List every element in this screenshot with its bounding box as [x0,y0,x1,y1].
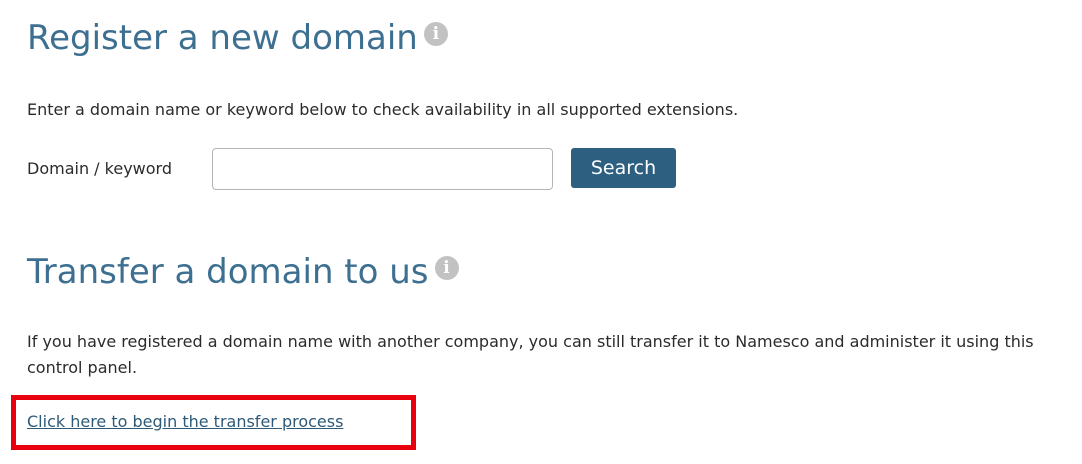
register-domain-heading: Register a new domain i [27,18,448,58]
transfer-domain-heading: Transfer a domain to us i [27,252,459,292]
transfer-description: If you have registered a domain name wit… [27,332,1034,377]
domain-keyword-label: Domain / keyword [27,159,172,178]
domain-keyword-input[interactable] [212,148,553,190]
register-domain-title: Register a new domain [27,18,418,58]
info-icon[interactable]: i [434,256,459,280]
register-description: Enter a domain name or keyword below to … [27,100,739,119]
info-icon[interactable]: i [423,22,448,46]
transfer-domain-title: Transfer a domain to us [27,252,429,292]
search-button[interactable]: Search [571,148,676,188]
begin-transfer-link[interactable]: Click here to begin the transfer process [27,410,343,434]
